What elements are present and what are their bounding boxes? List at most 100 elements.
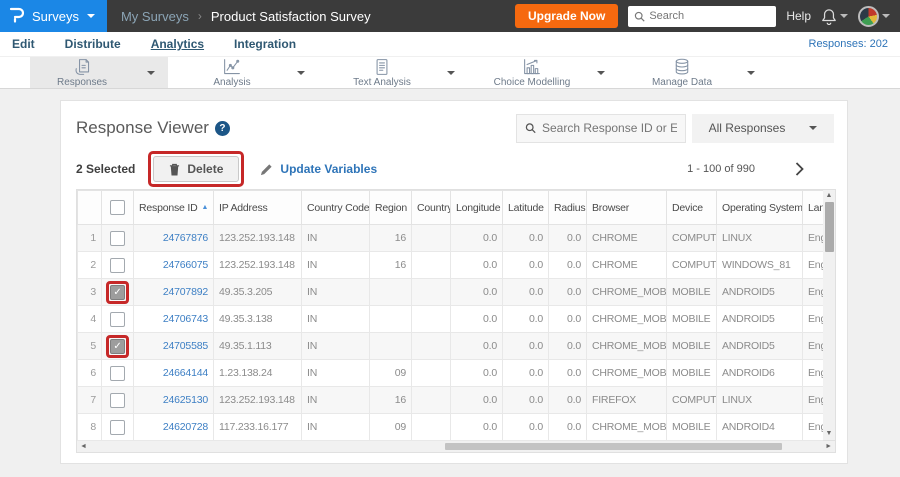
cell-language: English xyxy=(802,251,823,279)
scroll-left-icon[interactable]: ◄ xyxy=(80,441,87,453)
tab-responses[interactable]: Responses xyxy=(30,57,168,88)
cell-country-code: IN xyxy=(301,413,370,441)
vertical-scrollbar-thumb[interactable] xyxy=(824,202,834,252)
response-id-link[interactable]: 24664144 xyxy=(163,367,208,379)
cell-operating-system: LINUX xyxy=(716,386,803,414)
row-number: 4 xyxy=(77,305,102,333)
tab-manage-data[interactable]: Manage Data xyxy=(630,57,768,88)
update-variables-button[interactable]: Update Variables xyxy=(260,162,377,176)
scroll-right-icon[interactable]: ► xyxy=(825,441,832,453)
tab-choice-modelling-caret[interactable] xyxy=(584,57,618,88)
column-header-latitude[interactable]: Latitude xyxy=(502,190,549,225)
scroll-up-icon[interactable]: ▲ xyxy=(826,190,833,202)
row-checkbox[interactable]: ✓ xyxy=(110,284,125,300)
column-header-longitude[interactable]: Longitude xyxy=(450,190,503,225)
page-title: Response Viewer xyxy=(76,118,209,137)
global-search-input[interactable] xyxy=(649,10,760,22)
cell-language: English xyxy=(802,224,823,252)
cell-country-code: IN xyxy=(301,251,370,279)
cell-ip-address: 49.35.1.113 xyxy=(213,332,302,360)
nav-item-analytics[interactable]: Analytics xyxy=(151,37,204,51)
table-row: 5 ✓ 24705585 49.35.1.113 IN 0.0 0.0 0.0 CHROME_M… xyxy=(77,332,823,360)
account-menu[interactable] xyxy=(858,5,890,27)
column-header-ip-address[interactable]: IP Address xyxy=(213,190,302,225)
row-checkbox[interactable] xyxy=(110,257,125,273)
column-header-response-id[interactable]: Response ID ▲ xyxy=(133,190,214,225)
nav-item-edit[interactable]: Edit xyxy=(12,37,35,51)
response-id-link[interactable]: 24707892 xyxy=(163,286,208,298)
cell-radius: 0.0 xyxy=(548,224,587,252)
column-header-browser[interactable]: Browser xyxy=(586,190,667,225)
scroll-down-icon[interactable]: ▼ xyxy=(826,428,833,440)
tab-choice-modelling[interactable]: Choice Modelling xyxy=(480,57,618,88)
row-checkbox[interactable] xyxy=(110,392,125,408)
row-checkbox[interactable] xyxy=(110,419,125,435)
tab-analysis-caret[interactable] xyxy=(284,57,318,88)
help-icon[interactable]: ? xyxy=(214,120,230,136)
row-checkbox[interactable] xyxy=(110,311,125,327)
cell-latitude: 0.0 xyxy=(502,386,549,414)
search-icon xyxy=(635,11,645,22)
notifications-menu[interactable] xyxy=(821,8,848,25)
response-id-link[interactable]: 24767876 xyxy=(163,232,208,244)
column-header-region[interactable]: Region xyxy=(369,190,412,225)
column-header-radius[interactable]: Radius xyxy=(548,190,587,225)
cell-country xyxy=(411,413,451,441)
column-header-country[interactable]: Country xyxy=(411,190,451,225)
cell-latitude: 0.0 xyxy=(502,224,549,252)
cell-longitude: 0.0 xyxy=(450,332,503,360)
row-checkbox[interactable] xyxy=(110,365,125,381)
horizontal-scrollbar-thumb[interactable] xyxy=(445,443,782,450)
tab-manage-data-label: Manage Data xyxy=(651,76,713,88)
brand-menu[interactable]: Surveys xyxy=(0,0,107,32)
global-search-box[interactable] xyxy=(628,5,777,27)
cell-ip-address: 123.252.193.148 xyxy=(213,386,302,414)
response-id-link[interactable]: 24620728 xyxy=(163,421,208,433)
response-search-box[interactable] xyxy=(516,113,686,143)
vertical-scrollbar[interactable]: ▲ ▼ xyxy=(823,189,836,441)
delete-button[interactable]: Delete xyxy=(153,156,240,182)
response-filter-dropdown[interactable]: All Responses xyxy=(692,113,834,143)
tab-analysis[interactable]: Analysis xyxy=(180,57,318,88)
cell-language: English xyxy=(802,386,823,414)
response-id-link[interactable]: 24625130 xyxy=(163,394,208,406)
response-id-link[interactable]: 24706743 xyxy=(163,313,208,325)
response-id-cell: 24664144 xyxy=(133,359,214,387)
row-checkbox[interactable] xyxy=(110,230,125,246)
tab-responses-caret[interactable] xyxy=(134,57,168,88)
column-header-country-code[interactable]: Country Code xyxy=(301,190,370,225)
cell-operating-system: ANDROID5 xyxy=(716,278,803,306)
update-variables-label: Update Variables xyxy=(280,162,378,176)
survey-title: Product Satisfaction Survey xyxy=(210,8,371,24)
tab-choice-modelling-label: Choice Modelling xyxy=(493,76,571,88)
column-header-operating-system[interactable]: Operating System xyxy=(716,190,803,225)
cell-device: MOBILE xyxy=(666,413,717,441)
column-header-device[interactable]: Device xyxy=(666,190,717,225)
response-search-input[interactable] xyxy=(542,121,677,135)
response-id-cell: 24625130 xyxy=(133,386,214,414)
breadcrumb-my-surveys[interactable]: My Surveys xyxy=(121,9,189,24)
responses-table: Response ID ▲ IP Address Country Code Region… xyxy=(77,190,823,441)
help-link[interactable]: Help xyxy=(786,9,811,23)
response-filter-value: All Responses xyxy=(708,121,786,135)
horizontal-scrollbar[interactable]: ◄ ► xyxy=(76,441,836,453)
row-checkbox[interactable]: ✓ xyxy=(110,338,125,354)
upgrade-now-button[interactable]: Upgrade Now xyxy=(514,4,619,28)
trash-icon xyxy=(170,163,180,176)
tab-text-analysis[interactable]: Text Analysis xyxy=(330,57,468,88)
responses-count-link[interactable]: Responses: 202 xyxy=(809,38,889,50)
cell-country-code: IN xyxy=(301,224,370,252)
tab-manage-data-caret[interactable] xyxy=(734,57,768,88)
column-header-language[interactable]: Language xyxy=(802,190,823,225)
response-id-link[interactable]: 24705585 xyxy=(163,340,208,352)
response-id-link[interactable]: 24766075 xyxy=(163,259,208,271)
next-page-button[interactable] xyxy=(795,162,804,176)
nav-item-integration[interactable]: Integration xyxy=(234,37,296,51)
row-select-cell xyxy=(101,305,134,333)
main-content: Response Viewer ? All Responses 2 Select… xyxy=(0,89,900,464)
select-all-checkbox[interactable] xyxy=(110,200,125,215)
tab-text-analysis-caret[interactable] xyxy=(434,57,468,88)
nav-item-distribute[interactable]: Distribute xyxy=(65,37,121,51)
cell-country-code: IN xyxy=(301,305,370,333)
pagination-label: 1 - 100 of 990 xyxy=(687,163,755,175)
